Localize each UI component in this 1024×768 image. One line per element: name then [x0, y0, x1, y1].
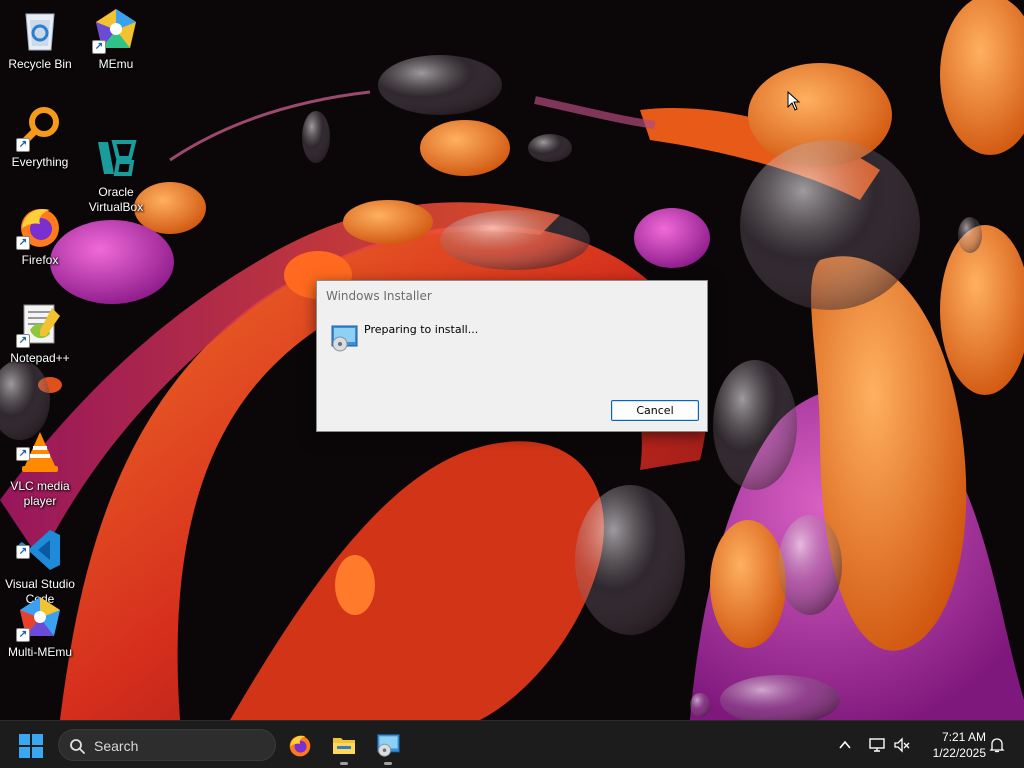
- search-placeholder: Search: [94, 738, 139, 754]
- desktop-icon-everything[interactable]: ↗ Everything: [0, 104, 80, 170]
- desktop-icon-label: Recycle Bin: [8, 57, 72, 71]
- dialog-message: Preparing to install...: [364, 323, 479, 336]
- taskbar-app-file-explorer[interactable]: [328, 729, 360, 765]
- windows-installer-dialog[interactable]: Windows Installer Preparing to install..…: [316, 280, 708, 432]
- vlc-icon: ↗: [16, 413, 64, 472]
- chevron-up-icon[interactable]: [836, 736, 854, 754]
- desktop-icon-label: Firefox: [21, 253, 59, 267]
- taskbar-search-box[interactable]: Search: [58, 729, 276, 761]
- installer-icon: [377, 734, 400, 757]
- cancel-button[interactable]: Cancel: [611, 400, 699, 421]
- taskbar-app-firefox[interactable]: [284, 729, 316, 761]
- desktop-icon-firefox[interactable]: ↗ Firefox: [0, 202, 80, 268]
- shortcut-arrow-icon: ↗: [92, 40, 106, 54]
- vscode-icon: ↗: [16, 511, 64, 570]
- system-clock[interactable]: 7:21 AM 1/22/2025: [920, 729, 986, 761]
- multi-memu-icon: ↗: [16, 594, 64, 642]
- mouse-cursor-icon: [787, 91, 801, 111]
- shortcut-arrow-icon: ↗: [16, 447, 30, 461]
- notepad-plus-plus-icon: ↗: [16, 300, 64, 348]
- everything-search-icon: ↗: [16, 104, 64, 152]
- shortcut-arrow-icon: ↗: [16, 545, 30, 559]
- installer-icon: [331, 325, 358, 352]
- desktop-icon-memu[interactable]: ↗ MEmu: [76, 6, 156, 72]
- network-icon[interactable]: [868, 736, 886, 754]
- desktop-icon-label: Multi-MEmu: [7, 645, 72, 659]
- firefox-icon: [289, 735, 311, 757]
- clock-date: 1/22/2025: [932, 746, 986, 760]
- running-indicator: [384, 762, 392, 765]
- desktop-icon-notepad-plus-plus[interactable]: ↗ Notepad++: [0, 300, 80, 366]
- taskbar-app-windows-installer[interactable]: [372, 729, 404, 765]
- dialog-title: Windows Installer: [326, 289, 432, 303]
- file-explorer-icon: [333, 738, 355, 754]
- shortcut-arrow-icon: ↗: [16, 138, 30, 152]
- search-icon: [70, 739, 85, 754]
- taskbar: Search 7:21 AM 1/22/2025: [0, 720, 1024, 768]
- desktop-icon-label: Notepad++: [10, 351, 70, 365]
- shortcut-arrow-icon: ↗: [16, 334, 30, 348]
- shortcut-arrow-icon: ↗: [16, 236, 30, 250]
- desktop-icon-oracle-virtualbox[interactable]: Oracle VirtualBox: [76, 104, 156, 230]
- desktop-icon-multi-memu[interactable]: ↗ Multi-MEmu: [0, 594, 80, 660]
- volume-muted-icon[interactable]: [893, 736, 911, 754]
- clock-time: 7:21 AM: [941, 730, 986, 744]
- notification-bell-icon[interactable]: [988, 736, 1006, 754]
- windows-start-icon[interactable]: [18, 733, 44, 759]
- desktop-icon-recycle-bin[interactable]: Recycle Bin: [0, 6, 80, 72]
- virtualbox-icon: [92, 119, 140, 176]
- running-indicator: [340, 762, 348, 765]
- shortcut-arrow-icon: ↗: [16, 628, 30, 642]
- desktop-icon-label: Everything: [11, 155, 69, 169]
- memu-icon: ↗: [92, 6, 140, 54]
- firefox-icon: ↗: [16, 202, 64, 250]
- recycle-bin-icon: [16, 6, 64, 54]
- desktop-icon-label: MEmu: [98, 57, 134, 71]
